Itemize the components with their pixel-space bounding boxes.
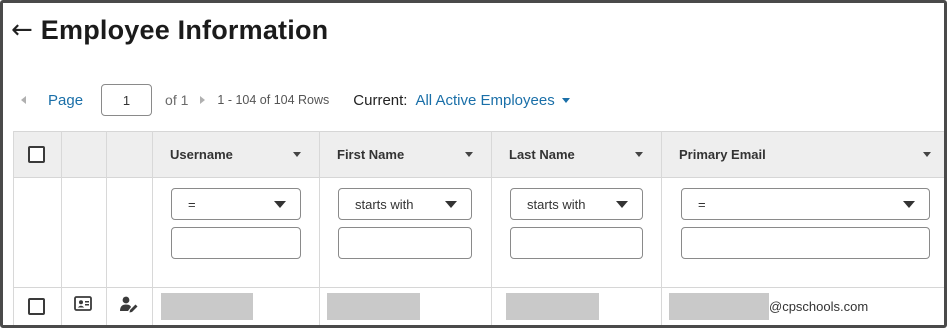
operator-value: = [188, 196, 196, 212]
operator-value: starts with [527, 196, 586, 212]
page-label: Page [48, 91, 84, 109]
next-page-icon[interactable] [200, 96, 206, 104]
id-card-icon[interactable] [74, 295, 92, 313]
column-header-primary-email[interactable]: Primary Email [661, 131, 944, 178]
column-header-label: Primary Email [679, 147, 766, 162]
first-name-cell-redacted [327, 293, 420, 320]
primary-email-operator-select[interactable]: = [681, 188, 930, 220]
page-title: Employee Information [40, 14, 329, 45]
username-filter-input[interactable] [171, 227, 301, 259]
chevron-down-icon [903, 200, 915, 208]
last-name-filter-input[interactable] [510, 227, 643, 259]
primary-email-filter-input[interactable] [681, 227, 930, 259]
page-number-input[interactable] [101, 84, 153, 116]
column-divider [106, 131, 107, 325]
username-cell-redacted [161, 293, 253, 320]
email-cell-redacted [669, 293, 769, 320]
chevron-down-icon[interactable] [923, 152, 931, 157]
column-header-label: First Name [337, 147, 405, 162]
primary-email-cell: @cpschools.com [769, 299, 869, 314]
current-view-value: All Active Employees [415, 91, 555, 109]
operator-value: = [698, 196, 706, 212]
column-header-first-name[interactable]: First Name [319, 131, 491, 178]
row-select-checkbox[interactable] [28, 298, 45, 315]
app-window: ← Employee Information Page of 1 1 - 104… [0, 0, 947, 328]
first-name-filter-input[interactable] [338, 227, 472, 259]
current-view-dropdown[interactable]: All Active Employees [415, 91, 570, 109]
column-header-last-name[interactable]: Last Name [491, 131, 661, 178]
last-name-cell-redacted [506, 293, 599, 320]
column-header-label: Username [170, 147, 233, 162]
current-view-label: Current: [353, 91, 408, 109]
chevron-down-icon[interactable] [293, 152, 301, 157]
arrow-left-icon[interactable]: ← [11, 17, 33, 43]
column-header-label: Last Name [509, 147, 575, 162]
chevron-down-icon [616, 200, 628, 208]
operator-value: starts with [355, 196, 414, 212]
chevron-down-icon [445, 200, 457, 208]
page-count-text: of 1 [165, 92, 189, 108]
previous-page-icon[interactable] [21, 96, 26, 104]
user-edit-icon[interactable] [119, 295, 139, 315]
chevron-down-icon [561, 97, 570, 103]
page-header: ← Employee Information [11, 11, 328, 49]
pagination-bar: Page of 1 1 - 104 of 104 Rows Current: A… [21, 83, 570, 117]
column-header-username[interactable]: Username [152, 131, 319, 178]
column-divider [61, 131, 62, 325]
row-count-text: 1 - 104 of 104 Rows [217, 93, 330, 107]
chevron-down-icon[interactable] [635, 152, 643, 157]
chevron-down-icon[interactable] [465, 152, 473, 157]
select-all-checkbox[interactable] [28, 146, 45, 163]
chevron-down-icon [274, 200, 286, 208]
last-name-operator-select[interactable]: starts with [510, 188, 643, 220]
username-operator-select[interactable]: = [171, 188, 301, 220]
employee-grid: Username First Name Last Name Primary Em… [13, 131, 944, 325]
first-name-operator-select[interactable]: starts with [338, 188, 472, 220]
